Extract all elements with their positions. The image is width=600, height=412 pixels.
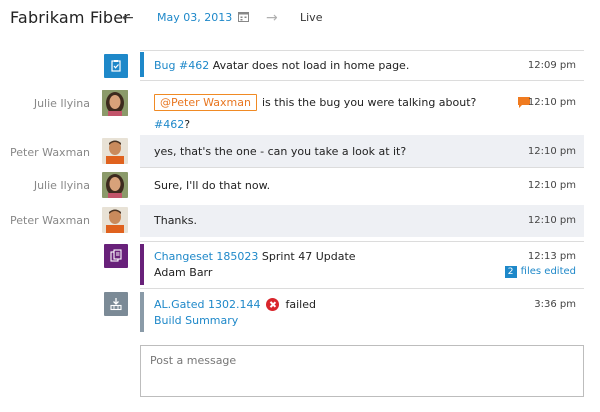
message-body: is this the bug you were talking about? (261, 96, 477, 109)
message-time: 12:10 pm (527, 146, 576, 157)
arrow-left-icon[interactable]: ← (122, 10, 134, 26)
changeset-icon (104, 244, 128, 268)
files-count-badge: 2 (504, 266, 517, 278)
message-item: yes, that's the one - can you take a loo… (140, 135, 584, 167)
build-link[interactable]: AL.Gated 1302.144 (154, 298, 260, 311)
app-title: Fabrikam Fiber (10, 8, 131, 27)
mention-tag[interactable]: @Peter Waxman (154, 94, 257, 111)
message-item: Sure, I'll do that now. 12:10 pm (140, 170, 584, 202)
live-button[interactable]: Live (300, 11, 322, 24)
message-sender: Peter Waxman (10, 146, 90, 159)
bug-event: Bug #462 Avatar does not load in home pa… (140, 52, 584, 77)
build-status: failed (285, 298, 316, 311)
changeset-accent-bar (140, 244, 144, 285)
divider (140, 241, 584, 242)
avatar[interactable] (102, 138, 128, 164)
changeset-author: Adam Barr (154, 266, 213, 279)
divider (140, 80, 584, 81)
bug-title: Avatar does not load in home page. (209, 59, 410, 72)
divider (140, 50, 584, 51)
message-body: yes, that's the one - can you take a loo… (154, 145, 407, 158)
build-text: AL.Gated 1302.144 failed (154, 298, 316, 311)
files-edited-label: files edited (520, 266, 576, 277)
message-time: 12:10 pm (527, 180, 576, 191)
build-event: AL.Gated 1302.144 failed Build Summary 3:… (140, 292, 584, 332)
post-message-input[interactable] (141, 346, 583, 396)
avatar[interactable] (102, 172, 128, 198)
build-summary-link[interactable]: Build Summary (154, 314, 238, 327)
changeset-time: 12:13 pm (527, 251, 576, 262)
message-item: Thanks. 12:10 pm (140, 205, 584, 237)
message-text-line2: #462? (154, 118, 190, 131)
divider (140, 167, 584, 168)
message-item: @Peter Waxman is this the bug you were ta… (140, 88, 584, 134)
bug-text: Bug #462 Avatar does not load in home pa… (154, 59, 409, 72)
message-body: Sure, I'll do that now. (154, 179, 271, 192)
avatar[interactable] (102, 90, 128, 116)
divider (140, 288, 584, 289)
message-composer[interactable] (140, 345, 584, 397)
message-sender: Peter Waxman (10, 214, 90, 227)
build-icon (104, 292, 128, 316)
files-edited-link[interactable]: 2 files edited (504, 266, 576, 278)
message-time: 12:10 pm (527, 215, 576, 226)
avatar[interactable] (102, 207, 128, 233)
error-icon (266, 298, 280, 311)
arrow-right-icon[interactable]: → (266, 10, 278, 26)
build-time: 3:36 pm (534, 299, 576, 310)
changeset-event: Changeset 185023 Sprint 47 Update Adam B… (140, 244, 584, 285)
date-link[interactable]: May 03, 2013 (157, 11, 232, 24)
bug-time: 12:09 pm (527, 60, 576, 71)
message-sender: Julie Ilyina (33, 179, 90, 192)
changeset-title: Sprint 47 Update (258, 250, 356, 263)
bug-accent-bar (140, 52, 144, 77)
message-body: Thanks. (154, 214, 198, 227)
message-text: @Peter Waxman is this the bug you were ta… (154, 94, 476, 111)
build-summary-text: Build Summary (154, 314, 238, 327)
build-accent-bar (140, 292, 144, 332)
bug-link[interactable]: Bug #462 (154, 59, 209, 72)
header: Fabrikam Fiber ← May 03, 2013 → Live (0, 0, 600, 40)
calendar-icon[interactable] (238, 11, 249, 22)
work-item-link[interactable]: #462 (154, 118, 184, 131)
message-suffix: ? (184, 118, 191, 131)
changeset-text: Changeset 185023 Sprint 47 Update (154, 250, 356, 263)
work-item-icon (104, 54, 128, 78)
message-time: 12:10 pm (527, 97, 576, 108)
message-sender: Julie Ilyina (33, 97, 90, 110)
changeset-link[interactable]: Changeset 185023 (154, 250, 258, 263)
